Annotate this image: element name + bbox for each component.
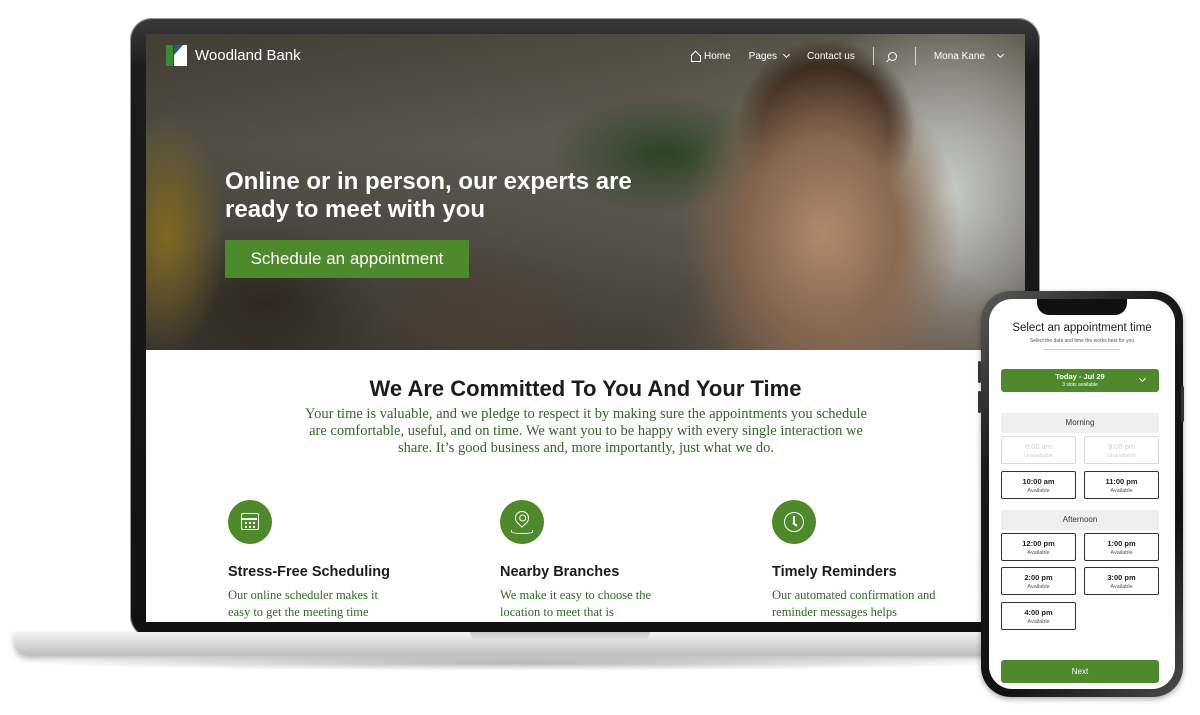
time-slot[interactable]: 10:00 am Available	[1001, 471, 1076, 499]
slot-time: 1:00 pm	[1107, 539, 1136, 548]
location-pin-icon	[500, 500, 544, 544]
laptop-shadow	[30, 655, 1010, 671]
time-slot[interactable]: 12:00 pm Available	[1001, 533, 1076, 561]
slot-status: Available	[1027, 550, 1050, 556]
calendar-icon	[228, 500, 272, 544]
top-navigation: Woodland Bank Home Pages Contact us Mona…	[146, 34, 1025, 78]
slot-status: Available	[1027, 584, 1050, 590]
time-slot[interactable]: 1:00 pm Available	[1084, 533, 1159, 561]
phone-volume-button	[978, 391, 981, 413]
nav-pages[interactable]: Pages	[748, 50, 791, 62]
slot-status: Available	[1110, 488, 1133, 494]
phone-power-button	[1181, 386, 1184, 422]
slot-status: Available	[1110, 584, 1133, 590]
feature-branches: Nearby Branches We make it easy to choos…	[500, 500, 700, 621]
brand-logo[interactable]: Woodland Bank	[166, 45, 301, 66]
time-slot[interactable]: 4:00 pm Available	[1001, 602, 1076, 630]
slot-status: Unavailable	[1024, 453, 1053, 459]
slot-status: Unavailable	[1107, 453, 1136, 459]
chevron-down-icon	[996, 50, 1005, 59]
feature-text: We make it easy to choose the location t…	[500, 588, 652, 619]
search-icon[interactable]	[887, 51, 897, 61]
slot-time: 2:00 pm	[1024, 573, 1053, 582]
time-slot[interactable]: 11:00 pm Available	[1084, 471, 1159, 499]
nav-contact-label: Contact us	[807, 50, 855, 62]
slot-time: 11:00 pm	[1105, 477, 1138, 486]
clock-icon	[772, 500, 816, 544]
phone-frame: Select an appointment time Select the da…	[978, 291, 1184, 697]
feature-reminders: Timely Reminders Our automated confirmat…	[772, 500, 972, 621]
section-body: Your time is valuable, and we pledge to …	[305, 406, 867, 456]
next-button[interactable]: Next	[1001, 660, 1159, 683]
feature-scheduling: Stress-Free Scheduling Our online schedu…	[228, 500, 428, 621]
section-title: We Are Committed To You And Your Time	[369, 376, 802, 401]
slot-time: 12:00 pm	[1022, 539, 1055, 548]
laptop-notch	[470, 632, 650, 640]
date-label: Today - Jul 29	[1055, 372, 1105, 381]
brand-name: Woodland Bank	[195, 47, 301, 64]
logo-icon	[166, 45, 187, 66]
chevron-down-icon	[782, 50, 791, 59]
date-availability: 3 slots available	[1062, 382, 1098, 388]
slot-time: 10:00 am	[1022, 477, 1055, 486]
slot-status: Available	[1027, 488, 1050, 494]
divider	[1044, 349, 1120, 350]
time-slot[interactable]: 2:00 pm Available	[1001, 567, 1076, 595]
nav-home-label: Home	[703, 50, 731, 62]
feature-text: Our online scheduler makes it easy to ge…	[228, 588, 378, 619]
device-mockup-stage: Woodland Bank Home Pages Contact us Mona…	[0, 0, 1200, 715]
phone-volume-button	[978, 361, 981, 383]
slot-time: 4:00 pm	[1024, 608, 1053, 617]
phone-screen: Select an appointment time Select the da…	[989, 299, 1175, 689]
nav-pages-label: Pages	[748, 50, 778, 62]
slot-time: 9:00 pm	[1107, 442, 1136, 451]
laptop-screen: Woodland Bank Home Pages Contact us Mona…	[146, 34, 1025, 622]
feature-title: Timely Reminders	[772, 564, 897, 580]
appointment-title: Select an appointment time	[1012, 322, 1152, 334]
slot-status: Available	[1027, 619, 1050, 625]
nav-home[interactable]: Home	[690, 51, 731, 62]
appointment-subtitle: Select the date and time the works best …	[1029, 338, 1135, 344]
nav-links: Home Pages Contact us Mona Kane	[672, 34, 1005, 78]
home-icon	[690, 51, 701, 62]
user-menu[interactable]: Mona Kane	[933, 50, 1005, 62]
schedule-appointment-button[interactable]: Schedule an appointment	[225, 240, 469, 278]
nav-contact[interactable]: Contact us	[807, 51, 855, 62]
date-selector[interactable]: Today - Jul 29 3 slots available	[1001, 369, 1159, 392]
time-slot: 8:00 am Unavailable	[1001, 436, 1076, 464]
afternoon-header: Afternoon	[1001, 510, 1159, 530]
slot-time: 8:00 am	[1024, 442, 1053, 451]
time-slot[interactable]: 3:00 pm Available	[1084, 567, 1159, 595]
feature-text: Our automated confirmation and reminder …	[772, 588, 936, 619]
phone-notch	[1037, 299, 1127, 315]
morning-header: Morning	[1001, 413, 1159, 433]
hero-title: Online or in person, our experts are rea…	[225, 168, 632, 223]
feature-title: Stress-Free Scheduling	[228, 564, 390, 580]
user-name: Mona Kane	[933, 50, 985, 62]
nav-divider	[914, 47, 916, 65]
slot-status: Available	[1110, 550, 1133, 556]
nav-divider	[872, 47, 874, 65]
time-slot: 9:00 pm Unavailable	[1084, 436, 1159, 464]
slot-time: 3:00 pm	[1107, 573, 1136, 582]
feature-title: Nearby Branches	[500, 564, 620, 580]
